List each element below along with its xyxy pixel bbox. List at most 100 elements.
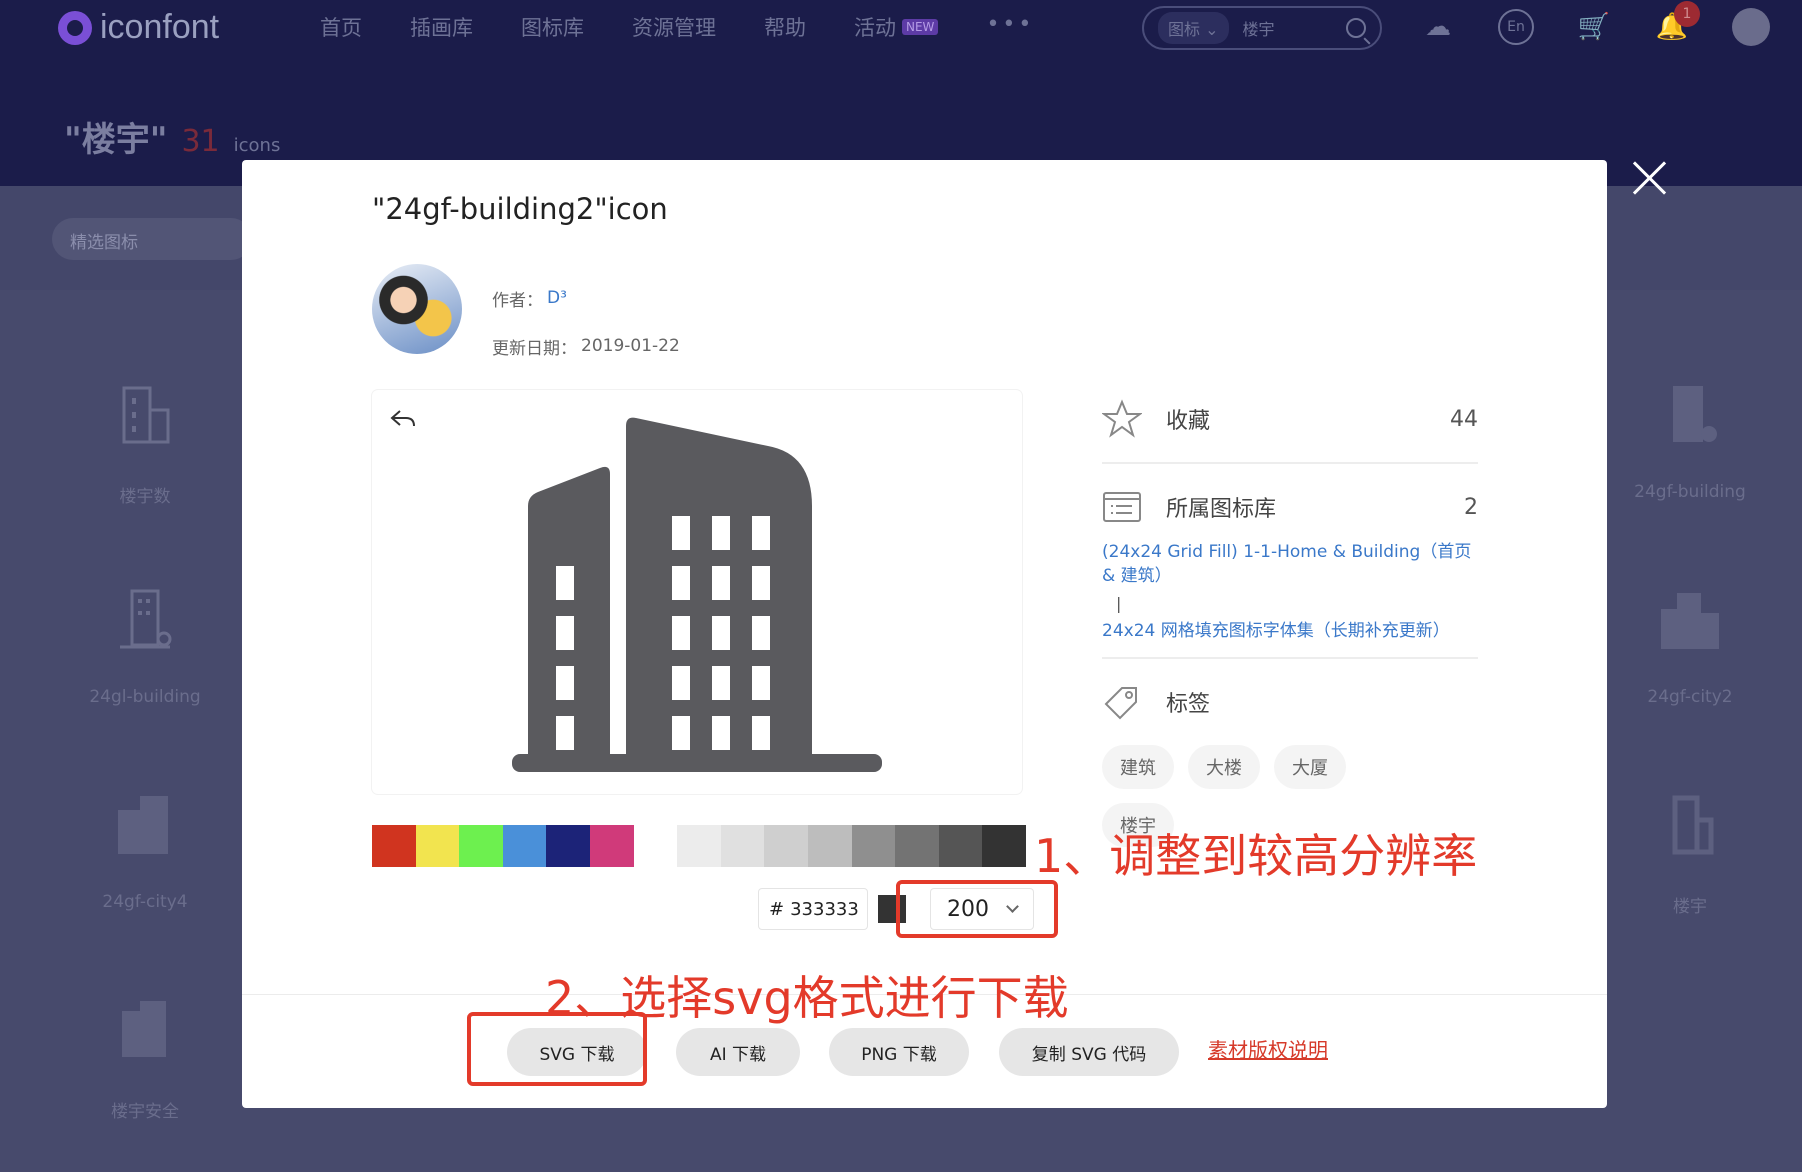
library-separator: | [1116, 594, 1122, 613]
hex-prefix: # [769, 898, 785, 920]
upload-icon[interactable]: ☁ [1420, 9, 1456, 45]
bg-icon-label: 24gf-city2 [1647, 687, 1733, 707]
color-swatch[interactable] [807, 825, 852, 867]
nav-home[interactable]: 首页 [320, 12, 362, 42]
color-swatch[interactable] [633, 825, 678, 867]
building2-preview-icon [512, 417, 882, 772]
building-security-icon [122, 1001, 166, 1057]
color-swatch[interactable] [677, 825, 721, 867]
star-icon[interactable] [1102, 399, 1142, 439]
color-swatch[interactable] [938, 825, 983, 867]
divider [1102, 462, 1478, 464]
color-swatch[interactable] [546, 825, 590, 867]
building-filled-icon [1673, 386, 1717, 442]
favorite-row[interactable]: 收藏 44 [1102, 390, 1478, 448]
featured-filter[interactable]: 精选图标 [52, 218, 252, 260]
color-palette [372, 825, 1026, 867]
user-avatar[interactable] [1732, 8, 1770, 46]
color-swatch[interactable] [895, 825, 939, 867]
tags-label: 标签 [1166, 692, 1211, 717]
color-swatch[interactable] [764, 825, 808, 867]
bg-icon-tile[interactable]: 楼宇安全 [45, 995, 245, 1122]
search-type-select[interactable]: 图标 ⌄ [1158, 12, 1229, 44]
annotation-step2: 2、选择svg格式进行下载 [545, 971, 1069, 1025]
color-swatch[interactable] [459, 825, 503, 867]
modal-title: "24gf-building2"icon [372, 192, 668, 226]
ai-download-button[interactable]: AI 下载 [676, 1028, 800, 1076]
nav-activity[interactable]: 活动 NEW [854, 12, 939, 42]
search-input[interactable]: 楼宇 [1243, 16, 1333, 40]
close-icon[interactable] [1632, 160, 1668, 196]
color-swatch[interactable] [415, 825, 460, 867]
search-icon[interactable] [1346, 18, 1366, 38]
author-avatar[interactable] [372, 264, 462, 354]
bg-icon-tile[interactable]: 24gf-building [1590, 380, 1790, 502]
city-cluster-icon [1661, 593, 1719, 649]
png-download-button[interactable]: PNG 下载 [829, 1028, 969, 1076]
tag-chip[interactable]: 大楼 [1188, 745, 1260, 789]
logo-text: iconfont [100, 8, 220, 46]
icon-info-panel: 收藏 44 所属图标库 2 (24x24 Grid Fill) 1-1-Home… [1102, 390, 1478, 847]
bg-icon-tile[interactable]: 楼宇数 [45, 380, 245, 507]
result-count: 31 [181, 124, 220, 159]
tags-row: 标签 [1102, 673, 1478, 731]
date-label: 更新日期： [492, 338, 577, 359]
color-swatch[interactable] [502, 825, 547, 867]
bg-icon-label: 楼宇安全 [111, 1102, 179, 1122]
building-simple-icon [1672, 795, 1714, 855]
divider [1102, 657, 1478, 659]
nav-activity-label: 活动 [854, 16, 896, 40]
favorite-label: 收藏 [1166, 409, 1211, 434]
color-swatch[interactable] [372, 825, 416, 867]
cart-icon[interactable]: 🛒 [1576, 9, 1612, 45]
nav-resource-management[interactable]: 资源管理 [632, 12, 716, 42]
author-label: 作者： [492, 290, 543, 311]
nav-more-icon[interactable]: ••• [986, 12, 1034, 42]
bg-icon-tile[interactable]: 24gf-city4 [45, 790, 245, 912]
color-swatch[interactable] [720, 825, 765, 867]
favorite-count: 44 [1450, 406, 1478, 432]
copyright-link[interactable]: 素材版权说明 [1208, 1034, 1328, 1063]
annotation-step1: 1、调整到较高分辨率 [1034, 829, 1478, 883]
bg-icon-label: 24gl-building [89, 687, 201, 707]
nav-illustrations[interactable]: 插画库 [410, 12, 473, 42]
building-outline-icon [122, 386, 170, 444]
color-swatch[interactable] [851, 825, 896, 867]
author-link[interactable]: D³ [547, 288, 567, 308]
library-list-icon [1103, 492, 1141, 522]
copy-svg-code-button[interactable]: 复制 SVG 代码 [999, 1028, 1179, 1076]
icon-meta: 作者： D³ 更新日期： 2019-01-22 [492, 274, 680, 370]
color-swatch[interactable] [982, 825, 1026, 867]
tag-chip[interactable]: 大厦 [1274, 745, 1346, 789]
bell-icon[interactable]: 🔔 1 [1654, 1, 1700, 45]
new-badge: NEW [902, 19, 939, 35]
color-swatch[interactable] [589, 825, 634, 867]
page-title: "楼宇" 31 icons [64, 112, 280, 161]
library-count: 2 [1464, 494, 1478, 520]
bg-icon-tile[interactable]: 24gf-city2 [1590, 585, 1790, 707]
search-box[interactable]: 图标 ⌄ 楼宇 [1142, 6, 1382, 50]
nav-icon-library[interactable]: 图标库 [521, 12, 584, 42]
tag-chip[interactable]: 建筑 [1102, 745, 1174, 789]
building-line-icon [120, 589, 172, 649]
bg-icon-tile[interactable]: 24gl-building [45, 585, 245, 707]
notification-count-badge: 1 [1674, 1, 1700, 27]
top-navbar: iconfont 首页 插画库 图标库 资源管理 帮助 活动 NEW ••• 图… [0, 0, 1802, 186]
bg-icon-label: 24gf-building [1634, 482, 1746, 502]
bg-icon-tile[interactable]: 楼宇 [1590, 790, 1790, 917]
library-label: 所属图标库 [1166, 497, 1277, 522]
undo-icon[interactable] [388, 404, 418, 434]
iconfont-logo[interactable]: iconfont [58, 8, 219, 47]
nav-help[interactable]: 帮助 [764, 12, 806, 42]
language-toggle[interactable]: En [1498, 9, 1534, 45]
library-link-1[interactable]: (24x24 Grid Fill) 1-1-Home & Building（首页… [1102, 540, 1478, 588]
library-link-2[interactable]: 24x24 网格填充图标字体集（长期补充更新） [1102, 619, 1478, 643]
bg-icon-label: 24gf-city4 [102, 892, 188, 912]
hex-value: 333333 [790, 898, 859, 920]
update-date: 2019-01-22 [581, 336, 680, 356]
main-nav: 首页 插画库 图标库 资源管理 帮助 活动 NEW ••• [320, 12, 1034, 42]
hex-color-input[interactable]: # 333333 [758, 888, 868, 930]
bg-icon-label: 楼宇 [1673, 897, 1707, 917]
search-term-title: "楼宇" [64, 120, 168, 160]
logo-mark-icon [58, 10, 92, 45]
